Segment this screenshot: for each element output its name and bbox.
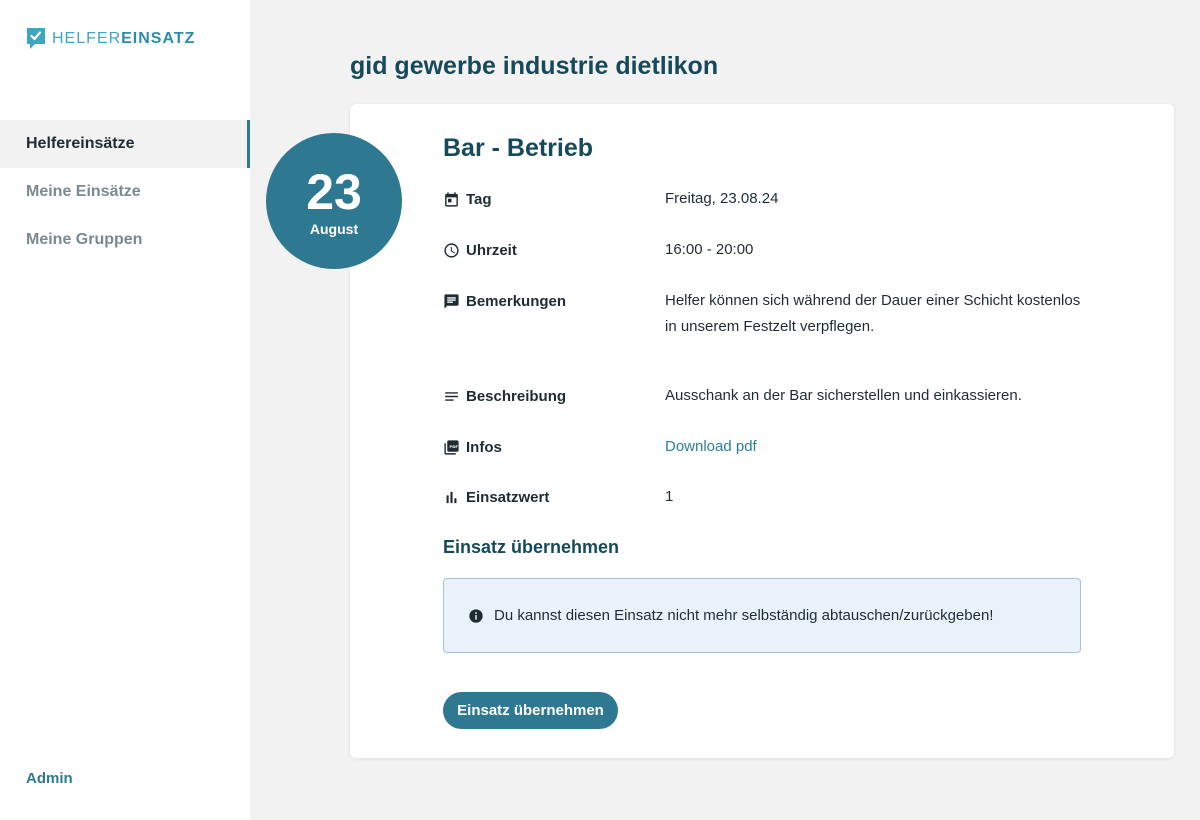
sidebar-item-meine-einsaetze[interactable]: Meine Einsätze: [0, 168, 250, 216]
date-badge: 23 August: [266, 133, 402, 269]
detail-label: Tag: [466, 190, 492, 208]
detail-row-beschreibung: Beschreibung Ausschank an der Bar sicher…: [443, 386, 1103, 409]
brand-logo[interactable]: HELFEREINSATZ: [26, 27, 195, 51]
detail-row-bemerkungen: Bemerkungen Helfer können sich während d…: [443, 291, 1103, 340]
detail-row-tag: Tag Freitag, 23.08.24: [443, 189, 1103, 212]
take-over-section-title: Einsatz übernehmen: [443, 537, 620, 557]
detail-label: Beschreibung: [466, 387, 567, 405]
detail-value-time: 16:00 - 20:00: [665, 241, 754, 258]
page-title: gid gewerbe industrie dietlikon: [350, 52, 719, 80]
date-day: 23: [306, 164, 362, 220]
info-alert: Du kannst diesen Einsatz nicht mehr selb…: [443, 578, 1081, 653]
clock-icon: [444, 242, 459, 258]
calendar-icon: [445, 191, 458, 207]
detail-label: Einsatzwert: [466, 488, 550, 506]
pdf-icon: PDF: [444, 439, 459, 455]
info-message: Du kannst diesen Einsatz nicht mehr selb…: [494, 607, 994, 624]
comment-icon: [444, 293, 459, 309]
info-icon: [469, 608, 483, 623]
detail-label: Bemerkungen: [466, 292, 567, 310]
detail-value-description: Ausschank an der Bar sicherstellen und e…: [665, 387, 1022, 404]
sidebar-item-helfereinsaetze[interactable]: Helfereinsätze: [0, 120, 250, 168]
detail-label: Uhrzeit: [466, 241, 517, 259]
take-over-button[interactable]: Einsatz übernehmen: [443, 692, 618, 729]
detail-row-uhrzeit: Uhrzeit 16:00 - 20:00: [443, 240, 1103, 263]
detail-label: Infos: [466, 438, 502, 456]
detail-value-einsatzwert: 1: [665, 488, 674, 505]
svg-text:PDF: PDF: [449, 443, 458, 448]
download-pdf-link[interactable]: Download pdf: [665, 434, 1085, 460]
shift-title: Bar - Betrieb: [443, 134, 594, 162]
admin-link[interactable]: Admin: [26, 770, 73, 787]
detail-value-remarks: Helfer können sich während der Dauer ein…: [665, 292, 1081, 335]
sidebar-nav: Helfereinsätze Meine Einsätze Meine Grup…: [0, 120, 250, 264]
description-icon: [445, 391, 458, 401]
detail-row-infos: PDF Infos Download pdf: [443, 437, 1103, 460]
detail-value-date: Freitag, 23.08.24: [665, 190, 779, 207]
date-month: August: [309, 221, 359, 237]
sidebar-item-meine-gruppen[interactable]: Meine Gruppen: [0, 216, 250, 264]
detail-row-einsatzwert: Einsatzwert 1: [443, 487, 1103, 510]
bar-chart-icon: [446, 491, 457, 503]
logo-check-icon: [27, 28, 45, 49]
sidebar: HELFEREINSATZ Helfereinsätze Meine Einsä…: [0, 0, 250, 820]
brand-name: HELFEREINSATZ: [52, 30, 196, 47]
